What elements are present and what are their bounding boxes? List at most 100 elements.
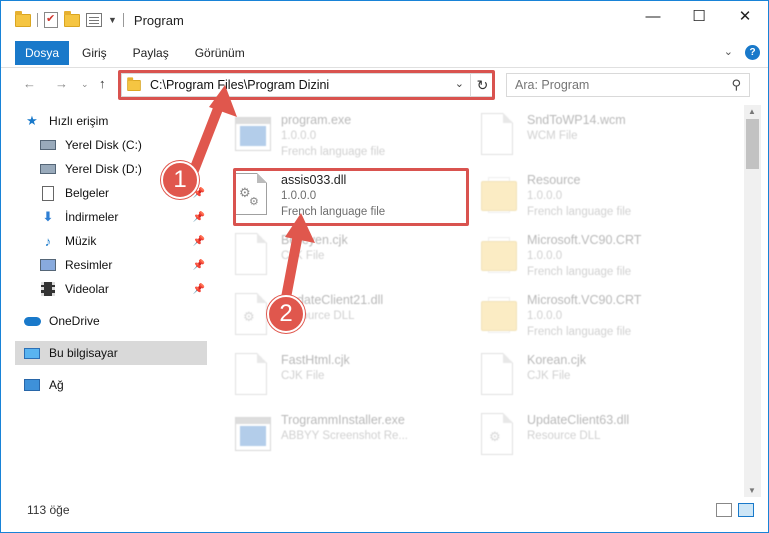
forward-arrow-icon[interactable]: → (55, 76, 68, 91)
file-name: SndToWP14.wcm (527, 113, 626, 127)
pin-icon[interactable]: 📌 (193, 284, 205, 295)
pin-icon[interactable]: 📌 (193, 212, 205, 223)
star-icon: ★ (26, 113, 38, 128)
sidebar-item-network[interactable]: Ağ (15, 373, 207, 397)
sidebar-item-label: İndirmeler (65, 210, 119, 224)
tab-home[interactable]: Giriş (69, 41, 120, 65)
pin-icon[interactable]: 📌 (193, 236, 205, 247)
file-detail: 1.0.0.0 (281, 130, 317, 142)
sidebar-item-label: Müzik (65, 234, 97, 248)
scrollbar-thumb[interactable] (746, 119, 759, 169)
file-detail: 1.0.0.0 (527, 310, 563, 322)
sidebar-item-label: Bu bilgisayar (49, 346, 118, 360)
sidebar-item-this-pc[interactable]: Bu bilgisayar (15, 341, 207, 365)
explorer-window: ▼ Program — ☐ ✕ Dosya Giriş Paylaş Görün… (0, 0, 769, 533)
file-detail: WCM File (527, 130, 578, 142)
view-buttons (716, 503, 754, 517)
sidebar-item-quick-access[interactable]: ★ Hızlı erişim (15, 109, 207, 133)
onedrive-icon (23, 313, 41, 329)
tab-file[interactable]: Dosya (15, 41, 69, 65)
sidebar-item-downloads[interactable]: ⬇ İndirmeler 📌 (15, 205, 207, 229)
sidebar-item-local-disk-c[interactable]: Yerel Disk (C:) (15, 133, 207, 157)
download-icon: ⬇ (42, 209, 54, 224)
sidebar-item-onedrive[interactable]: OneDrive (15, 309, 207, 333)
address-highlight-box (118, 70, 495, 100)
document-icon (235, 353, 271, 397)
window-controls: — ☐ ✕ (630, 1, 768, 31)
large-icons-view-icon[interactable] (738, 503, 754, 517)
search-icon[interactable]: ⚲ (731, 77, 741, 93)
search-input[interactable] (515, 78, 715, 92)
folder-icon (15, 10, 31, 27)
sidebar-item-pictures[interactable]: Resimler 📌 (15, 253, 207, 277)
file-detail: Resource DLL (527, 430, 601, 442)
file-name: program.exe (281, 113, 352, 127)
new-folder-icon[interactable] (64, 10, 80, 27)
minimize-button[interactable]: — (630, 1, 676, 31)
customize-list-icon[interactable] (86, 13, 102, 27)
file-name: Resource (527, 173, 581, 187)
title-bar: ▼ Program — ☐ ✕ (1, 1, 768, 39)
document-icon (481, 353, 517, 397)
close-button[interactable]: ✕ (722, 1, 768, 31)
sidebar-item-label: Videolar (65, 282, 109, 296)
search-box[interactable]: ⚲ (506, 73, 750, 97)
scroll-down-icon[interactable]: ▼ (748, 486, 756, 495)
tab-share[interactable]: Paylaş (120, 41, 182, 65)
sidebar-item-music[interactable]: ♪ Müzik 📌 (15, 229, 207, 253)
properties-check-icon[interactable] (44, 12, 58, 28)
help-icon[interactable]: ? (745, 45, 760, 60)
file-item[interactable]: program.exe 1.0.0.0 French language file (215, 107, 455, 167)
details-view-icon[interactable] (716, 503, 732, 517)
file-item[interactable]: ⚙ UpdateClient21.dll Resource DLL (215, 287, 455, 347)
network-icon (23, 377, 41, 393)
step-badge-1: 1 (161, 161, 199, 199)
dll-gear-icon: ⚙ (481, 413, 517, 457)
recent-locations-chevron-icon[interactable]: ⌄ (81, 79, 89, 90)
vertical-scrollbar[interactable]: ▲ ▼ (744, 105, 761, 497)
file-type: French language file (281, 146, 386, 158)
back-arrow-icon[interactable]: ← (23, 76, 36, 91)
folder-icon (481, 233, 517, 277)
videos-icon (39, 281, 57, 297)
exe-icon (235, 413, 271, 457)
this-pc-icon (23, 345, 41, 361)
file-highlight-box (233, 168, 469, 226)
tab-view[interactable]: Görünüm (182, 41, 258, 65)
window-title: Program (133, 12, 184, 28)
file-item[interactable]: ⚙ UpdateClient63.dll Resource DLL (461, 407, 701, 467)
file-name: Microsoft.VC90.CRT (527, 233, 642, 247)
documents-icon (39, 185, 57, 201)
toolbar-divider (37, 13, 38, 27)
sidebar-item-label: Resimler (65, 258, 113, 272)
file-item[interactable]: Korean.cjk CJK File (461, 347, 701, 407)
file-item[interactable]: Microsoft.VC90.CRT 1.0.0.0 French langua… (461, 227, 701, 287)
folder-icon (481, 293, 517, 337)
file-item[interactable]: Microsoft.VC90.CRT 1.0.0.0 French langua… (461, 287, 701, 347)
file-item[interactable]: Belleyen.cjk CJK File (215, 227, 455, 287)
up-arrow-icon[interactable]: ↑ (99, 76, 106, 91)
file-item[interactable]: SndToWP14.wcm WCM File (461, 107, 701, 167)
drive-icon (39, 137, 57, 153)
file-type: French language file (527, 326, 632, 338)
expand-ribbon-icon[interactable]: ⌄ (724, 45, 733, 60)
document-icon (481, 113, 517, 157)
file-name: UpdateClient63.dll (527, 413, 630, 427)
pin-icon[interactable]: 📌 (193, 260, 205, 271)
item-count: 113 öğe (27, 503, 70, 517)
scroll-up-icon[interactable]: ▲ (748, 107, 756, 116)
file-item[interactable]: FastHtml.cjk CJK File (215, 347, 455, 407)
sidebar-item-label: Yerel Disk (C:) (65, 138, 142, 152)
status-bar: 113 öğe (1, 497, 768, 523)
sidebar-item-label: Yerel Disk (D:) (65, 162, 142, 176)
sidebar-item-label: OneDrive (49, 314, 100, 328)
file-type: French language file (527, 206, 632, 218)
folder-icon (481, 173, 517, 217)
file-item[interactable]: Resource 1.0.0.0 French language file (461, 167, 701, 227)
file-item[interactable]: TrogrammInstaller.exe ABBYY Screenshot R… (215, 407, 455, 467)
chevron-down-icon[interactable]: ▼ (108, 15, 117, 25)
sidebar-item-videos[interactable]: Videolar 📌 (15, 277, 207, 301)
maximize-button[interactable]: ☐ (676, 1, 722, 31)
toolbar-divider (122, 13, 124, 27)
dll-gear-icon: ⚙ (235, 293, 271, 337)
